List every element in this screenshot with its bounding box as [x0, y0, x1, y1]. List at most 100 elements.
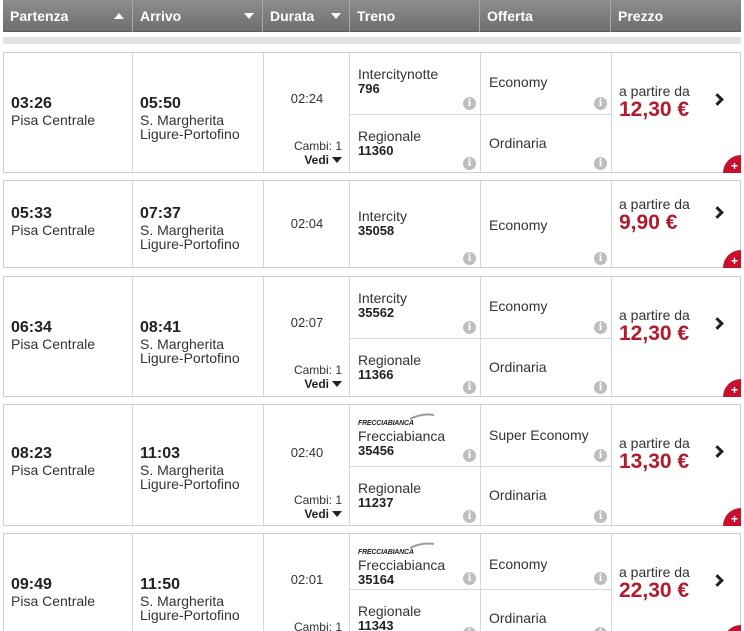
result-row[interactable]: 03:26 Pisa Centrale 05:50 S. Margherita Lig…: [3, 52, 741, 173]
price-cell[interactable]: a partire da 12,30 € +: [612, 277, 741, 397]
departure-cell: 03:26 Pisa Centrale: [4, 53, 133, 172]
offer-name: Ordinaria: [489, 487, 547, 503]
departure-cell: 08:23 Pisa Centrale: [4, 405, 133, 525]
offer-info-icon[interactable]: i: [594, 157, 607, 170]
duration-value: 02:40: [290, 445, 324, 460]
train-info-icon[interactable]: i: [463, 321, 476, 334]
arrival-time: 11:03: [140, 445, 181, 462]
price-cell[interactable]: a partire da 12,30 € +: [612, 53, 741, 173]
offer-info-icon[interactable]: i: [594, 252, 607, 265]
offer-info-icon[interactable]: i: [594, 97, 607, 110]
results-table-header: Partenza Arrivo Durata Treno Offerta Pre…: [3, 0, 741, 32]
column-header-offerta: Offerta: [480, 0, 611, 32]
price-from-label: a partire da: [619, 196, 690, 212]
price-cell[interactable]: a partire da22,30 € +: [612, 534, 741, 631]
train-name: Regionale: [358, 128, 422, 144]
frecciabianca-logo: FRECCIABIANCA: [358, 412, 436, 427]
departure-station: Pisa Centrale: [11, 222, 96, 238]
add-to-cart-icon[interactable]: +: [723, 379, 741, 397]
show-changes-link[interactable]: Vedi: [264, 377, 342, 391]
departure-time: 05:33: [11, 205, 52, 222]
train-info-icon[interactable]: i: [463, 157, 476, 170]
offer-info-icon[interactable]: i: [594, 449, 607, 462]
offer-cell: Economy i Ordinaria i: [481, 277, 612, 396]
duration-cell: 02:24 Cambi: 1 Vedi: [264, 53, 350, 172]
offer-segment: Ordinaria i: [481, 338, 611, 398]
add-to-cart-icon[interactable]: +: [723, 625, 741, 631]
plus-glyph: +: [730, 512, 738, 526]
result-row[interactable]: 05:33 Pisa Centrale 07:37 S. Margherita Lig…: [3, 180, 741, 268]
price-cell[interactable]: a partire da 9,90 € +: [612, 181, 741, 268]
vedi-label: Vedi: [304, 507, 329, 521]
chevron-right-icon[interactable]: [711, 445, 724, 458]
column-header-partenza[interactable]: Partenza: [3, 0, 133, 32]
vedi-label: Vedi: [304, 377, 329, 391]
train-info-icon[interactable]: i: [463, 381, 476, 394]
train-info-icon[interactable]: i: [463, 97, 476, 110]
offer-name: Economy: [489, 74, 548, 90]
column-header-arrivo[interactable]: Arrivo: [133, 0, 263, 32]
chevron-down-icon: [332, 511, 342, 517]
offer-name: Economy: [489, 217, 548, 233]
departure-time: 08:23: [11, 445, 52, 462]
train-number: 35562: [358, 305, 395, 320]
departure-time: 03:26: [11, 95, 52, 112]
arrival-cell: 05:50 S. Margherita Ligure-Portofino: [133, 53, 264, 172]
arrival-cell: 07:37 S. Margherita Ligure-Portofino: [133, 181, 264, 267]
duration-cell: 02:07 Cambi: 1 Vedi: [264, 277, 350, 396]
offer-segment: Ordinaria i: [481, 589, 611, 631]
result-row[interactable]: 06:34 Pisa Centrale 08:41 S. Margherita Lig…: [3, 276, 741, 397]
arrival-time: 11:50: [140, 576, 181, 593]
train-info-icon[interactable]: i: [463, 510, 476, 523]
arrival-station: S. Margherita Ligure-Portofino: [140, 593, 240, 623]
arrival-cell: 11:50 S. Margherita Ligure-Portofino: [133, 534, 264, 631]
offer-info-icon[interactable]: i: [594, 510, 607, 523]
arrival-cell: 08:41 S. Margherita Ligure-Portofino: [133, 277, 264, 396]
chevron-down-icon: [332, 157, 342, 163]
train-segment: Regionale 11237 i: [350, 466, 480, 527]
offer-info-icon[interactable]: i: [594, 321, 607, 334]
chevron-right-icon[interactable]: [711, 206, 724, 219]
departure-station: Pisa Centrale: [11, 112, 96, 128]
train-info-icon[interactable]: i: [463, 449, 476, 462]
train-number: 35456: [358, 443, 395, 458]
departure-cell: 06:34 Pisa Centrale: [4, 277, 133, 396]
result-row[interactable]: 08:23 Pisa Centrale 11:03 S. Margherita Lig…: [3, 404, 741, 526]
train-name: Intercitynotte: [358, 66, 439, 82]
offer-name: Economy: [489, 556, 548, 572]
train-info-icon[interactable]: i: [463, 572, 476, 585]
offer-segment: Ordinaria i: [481, 466, 611, 527]
frecciabianca-logo-text: FRECCIABIANCA: [358, 549, 414, 556]
arrival-station: S. Margherita Ligure-Portofino: [140, 462, 240, 492]
train-segment: FRECCIABIANCA Frecciabianca 35164 i: [350, 534, 480, 589]
results-page: Partenza Arrivo Durata Treno Offerta Pre…: [0, 0, 744, 631]
price-cell[interactable]: a partire da 13,30 € +: [612, 405, 741, 526]
chevron-right-icon[interactable]: [711, 574, 724, 587]
add-to-cart-icon[interactable]: +: [723, 508, 741, 526]
column-header-durata[interactable]: Durata: [263, 0, 350, 32]
sort-descending-icon: [331, 13, 341, 19]
add-to-cart-icon[interactable]: +: [723, 155, 741, 173]
train-info-icon[interactable]: i: [463, 627, 476, 631]
chevron-right-icon[interactable]: [711, 317, 724, 330]
duration-value: 02:04: [290, 216, 324, 231]
price-value: 12,30 €: [619, 98, 690, 121]
chevron-right-icon[interactable]: [711, 93, 724, 106]
price-from-label: a partire da: [619, 564, 690, 580]
offer-info-icon[interactable]: i: [594, 572, 607, 585]
add-to-cart-icon[interactable]: +: [723, 250, 741, 268]
price-value: 9,90 €: [619, 211, 678, 234]
price-value: 22,30 €: [619, 579, 690, 602]
result-row[interactable]: 09:49 Pisa Centrale 11:50 S. Margherita Lig…: [3, 533, 741, 631]
price-value: 12,30 €: [619, 322, 690, 345]
train-name: Regionale: [358, 603, 422, 619]
show-changes-link[interactable]: Vedi: [264, 153, 342, 167]
train-cell: FRECCIABIANCA Frecciabianca 35164 i Regional…: [350, 534, 481, 631]
train-info-icon[interactable]: i: [463, 252, 476, 265]
header-separator: [3, 37, 741, 44]
train-segment: Intercitynotte 796 i: [350, 53, 480, 114]
offer-info-icon[interactable]: i: [594, 627, 607, 631]
offer-info-icon[interactable]: i: [594, 381, 607, 394]
price-from-label: a partire da: [619, 83, 690, 99]
show-changes-link[interactable]: Vedi: [264, 507, 342, 521]
